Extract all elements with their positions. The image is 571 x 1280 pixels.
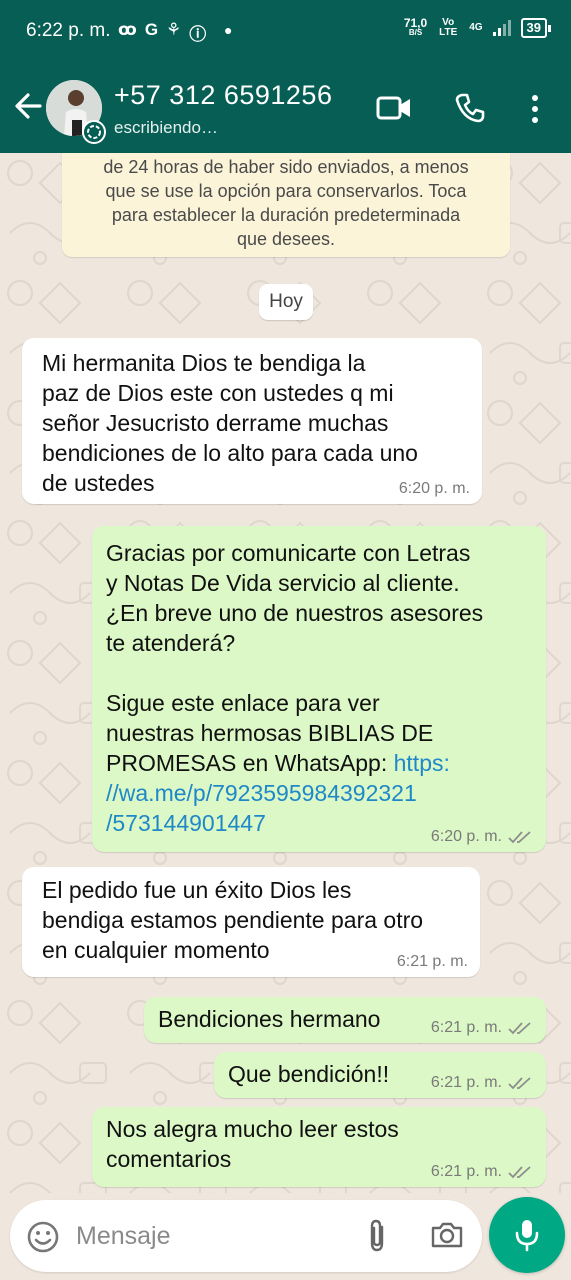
message-time: 6:20 p. m. bbox=[430, 828, 502, 845]
message-meta: 6:20 p. m. bbox=[399, 480, 470, 498]
emoji-icon[interactable] bbox=[26, 1220, 60, 1254]
message-outgoing[interactable]: Bendiciones hermano 6:21 p. m. bbox=[144, 997, 546, 1043]
message-composer bbox=[10, 1200, 482, 1272]
message-outgoing[interactable]: Gracias por comunicarte con Letras y Not… bbox=[92, 526, 546, 852]
double-check-icon bbox=[508, 1022, 531, 1035]
message-meta: 6:21 p. m. bbox=[431, 1163, 534, 1181]
battery-icon: 39 bbox=[520, 18, 552, 38]
message-time: 6:21 p. m. bbox=[430, 1019, 502, 1036]
typing-status: escribiendo… bbox=[114, 118, 218, 137]
message-meta: 6:20 p. m. bbox=[431, 828, 534, 846]
system-notice-text: de 24 horas de haber sido enviados, a me… bbox=[103, 157, 469, 249]
notification-icon-3: ⚘ bbox=[166, 20, 182, 39]
chat-header: +57 312 6591256 escribiendo… bbox=[0, 64, 571, 153]
message-text: Gracias por comunicarte con Letras y Not… bbox=[106, 540, 484, 776]
status-dot-icon: ● bbox=[224, 22, 233, 38]
microphone-icon bbox=[515, 1220, 539, 1252]
attach-icon[interactable] bbox=[362, 1218, 392, 1254]
notification-icon-info: ⓘ bbox=[189, 25, 207, 44]
double-check-icon bbox=[508, 1166, 531, 1179]
message-outgoing[interactable]: Nos alegra mucho leer estos comentarios … bbox=[92, 1107, 546, 1187]
signal-icon bbox=[492, 20, 511, 36]
message-time: 6:21 p. m. bbox=[430, 1163, 502, 1180]
net-speed: 71,0 B/S bbox=[403, 16, 428, 38]
message-time: 6:21 p. m. bbox=[396, 953, 468, 970]
status-bar: 6:22 p. m. ꝏ G ⚘ ⓘ ● 71,0 B/S Vo LTE 4G … bbox=[0, 0, 571, 64]
signal-type: 4G bbox=[469, 22, 483, 33]
notification-icon-google: G bbox=[144, 20, 159, 39]
double-check-icon bbox=[508, 1077, 531, 1090]
status-right-group: 71,0 B/S Vo LTE 4G 39 bbox=[403, 16, 552, 38]
status-notification-icons: ꝏ G ⚘ ⓘ bbox=[118, 20, 206, 45]
voice-message-button[interactable] bbox=[489, 1197, 565, 1273]
message-body: Gracias por comunicarte con Letras y Not… bbox=[106, 538, 532, 838]
message-incoming[interactable]: Mi hermanita Dios te bendiga la paz de D… bbox=[22, 338, 482, 504]
net-speed-value: 71,0 bbox=[403, 16, 428, 30]
status-time: 6:22 p. m. bbox=[26, 20, 111, 41]
voice-call-icon[interactable] bbox=[454, 92, 486, 124]
message-text: Mi hermanita Dios te bendiga la paz de D… bbox=[42, 350, 418, 496]
message-incoming[interactable]: El pedido fue un éxito Dios les bendiga … bbox=[22, 867, 480, 977]
video-call-icon[interactable] bbox=[376, 94, 412, 122]
contact-name[interactable]: +57 312 6591256 bbox=[114, 80, 332, 111]
message-time: 6:21 p. m. bbox=[430, 1074, 502, 1091]
message-time: 6:20 p. m. bbox=[398, 480, 470, 497]
message-input[interactable] bbox=[76, 1214, 356, 1258]
date-chip: Hoy bbox=[259, 284, 313, 320]
volte-label: Vo LTE bbox=[439, 17, 458, 38]
chat-area[interactable]: de 24 horas de haber sido enviados, a me… bbox=[0, 153, 571, 1193]
message-outgoing[interactable]: Que bendición!! 6:21 p. m. bbox=[214, 1052, 546, 1098]
notification-icon-1: ꝏ bbox=[118, 20, 137, 39]
double-check-icon bbox=[508, 831, 531, 844]
message-meta: 6:21 p. m. bbox=[397, 953, 468, 971]
disappearing-messages-notice[interactable]: de 24 horas de haber sido enviados, a me… bbox=[62, 153, 510, 257]
more-options-icon[interactable] bbox=[527, 94, 543, 124]
message-text: El pedido fue un éxito Dios les bendiga … bbox=[42, 877, 424, 963]
message-meta: 6:21 p. m. bbox=[431, 1019, 534, 1037]
status-ring-icon bbox=[82, 120, 106, 144]
battery-level: 39 bbox=[526, 20, 541, 35]
camera-icon[interactable] bbox=[430, 1220, 464, 1250]
back-arrow-icon[interactable] bbox=[10, 86, 46, 126]
message-meta: 6:21 p. m. bbox=[431, 1074, 534, 1092]
